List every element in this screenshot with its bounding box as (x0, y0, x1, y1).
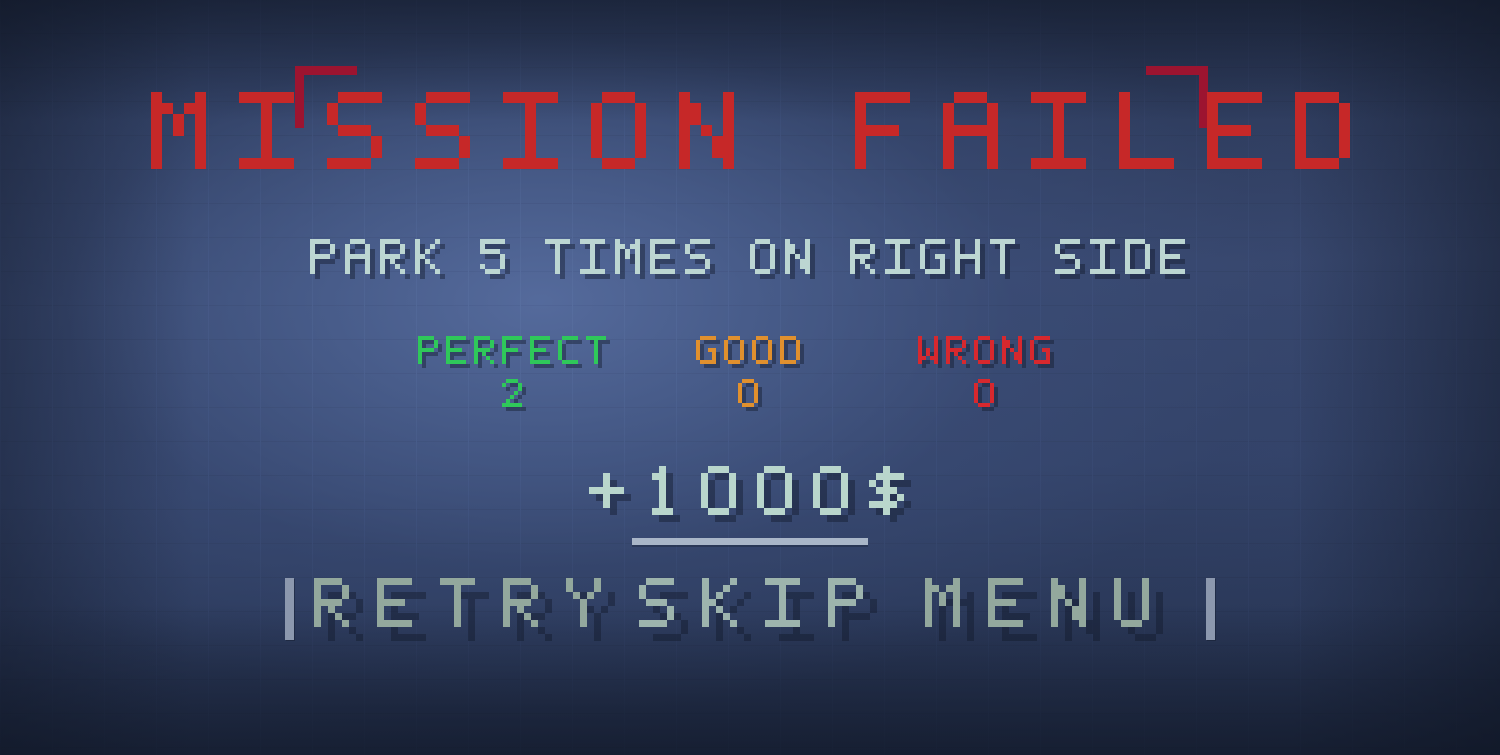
objective-description (0, 239, 1500, 279)
stat-good (632, 336, 868, 411)
retry-button-slot (306, 577, 622, 641)
game-results-screen (0, 0, 1500, 755)
menu-button[interactable] (925, 577, 1163, 641)
score-breakdown (0, 336, 1500, 411)
skip-button-slot (622, 577, 894, 641)
retry-button-label (313, 577, 615, 641)
stat-perfect (396, 336, 632, 411)
stat-perfect-value (502, 379, 526, 411)
mission-status-title (0, 92, 1500, 169)
reward-section (0, 466, 1500, 545)
mission-failed-label (150, 92, 1350, 169)
left-divider (285, 578, 294, 640)
stat-wrong-label (918, 336, 1054, 368)
menu-button-slot (894, 577, 1194, 641)
reward-amount (589, 466, 911, 522)
skip-button-label (639, 577, 877, 641)
reward-underline (632, 538, 868, 545)
menu-button-label (925, 577, 1163, 641)
objective-label (310, 239, 1190, 279)
stat-wrong (868, 336, 1104, 411)
stat-good-label (696, 336, 804, 368)
retry-button[interactable] (313, 577, 615, 641)
action-buttons (0, 577, 1500, 641)
stat-good-value (738, 379, 762, 411)
stat-perfect-label (418, 336, 610, 368)
stat-wrong-value (974, 379, 998, 411)
right-divider (1206, 578, 1215, 640)
skip-button[interactable] (639, 577, 877, 641)
